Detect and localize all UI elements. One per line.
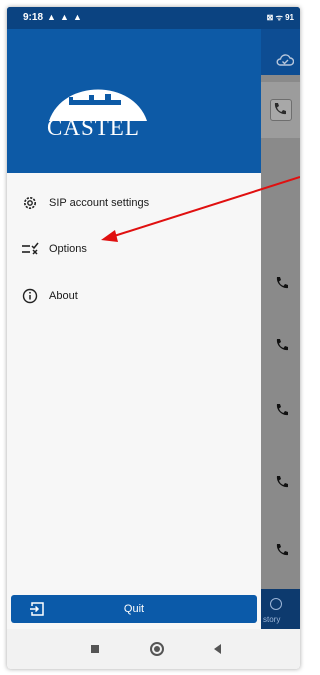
annotation-arrow [101, 176, 300, 242]
phone-screen: story 9:18 ▲ ▲ ▲ ⊠ ᯤ 91 CASTEL SIP accou… [7, 7, 300, 669]
recents-button[interactable] [91, 645, 99, 653]
home-button[interactable] [150, 642, 164, 656]
system-nav-bar [7, 629, 300, 669]
back-button[interactable] [214, 644, 221, 654]
